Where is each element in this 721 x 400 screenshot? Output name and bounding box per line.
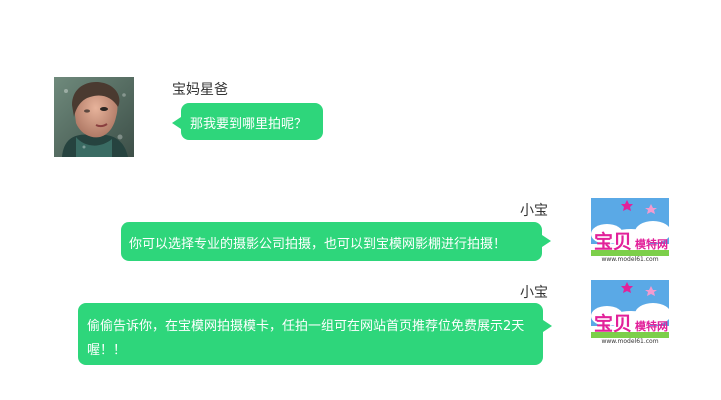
logo-url-text: www.model61.com	[601, 256, 658, 263]
message-bubble: 偷偷告诉你，在宝模网拍摄模卡，任拍一组可在网站首页推荐位免费展示2天喔！！	[78, 303, 552, 365]
user-avatar[interactable]	[54, 77, 134, 157]
sender-name: 小宝	[520, 285, 548, 301]
message-bubble: 那我要到哪里拍呢？	[172, 103, 323, 140]
sender-name: 小宝	[520, 203, 548, 219]
logo-main-text: 宝贝	[594, 312, 632, 335]
message-bubble: 你可以选择专业的摄影公司拍摄，也可以到宝模网影棚进行拍摄！	[121, 222, 551, 261]
portrait-photo-icon	[54, 77, 134, 157]
logo-sub-text: 模特网	[635, 237, 668, 251]
logo-sub-text: 模特网	[635, 319, 668, 333]
message-text: 偷偷告诉你，在宝模网拍摄模卡，任拍一组可在网站首页推荐位免费展示2天喔！！	[87, 319, 525, 358]
message-text: 你可以选择专业的摄影公司拍摄，也可以到宝模网影棚进行拍摄！	[129, 237, 507, 252]
chat-window: 宝妈星爸 那我要到哪里拍呢？ 小宝 宝贝 模特网 www.model61.com…	[0, 0, 721, 400]
message-text: 那我要到哪里拍呢？	[190, 117, 308, 132]
sender-name: 宝妈星爸	[172, 82, 228, 98]
logo-url-text: www.model61.com	[601, 338, 658, 345]
bot-avatar[interactable]: 宝贝 模特网 www.model61.com	[591, 198, 669, 264]
bot-avatar[interactable]: 宝贝 模特网 www.model61.com	[591, 280, 669, 346]
baobei-logo-icon: 宝贝 模特网 www.model61.com	[591, 198, 669, 264]
baobei-logo-icon: 宝贝 模特网 www.model61.com	[591, 280, 669, 346]
logo-main-text: 宝贝	[594, 230, 632, 253]
